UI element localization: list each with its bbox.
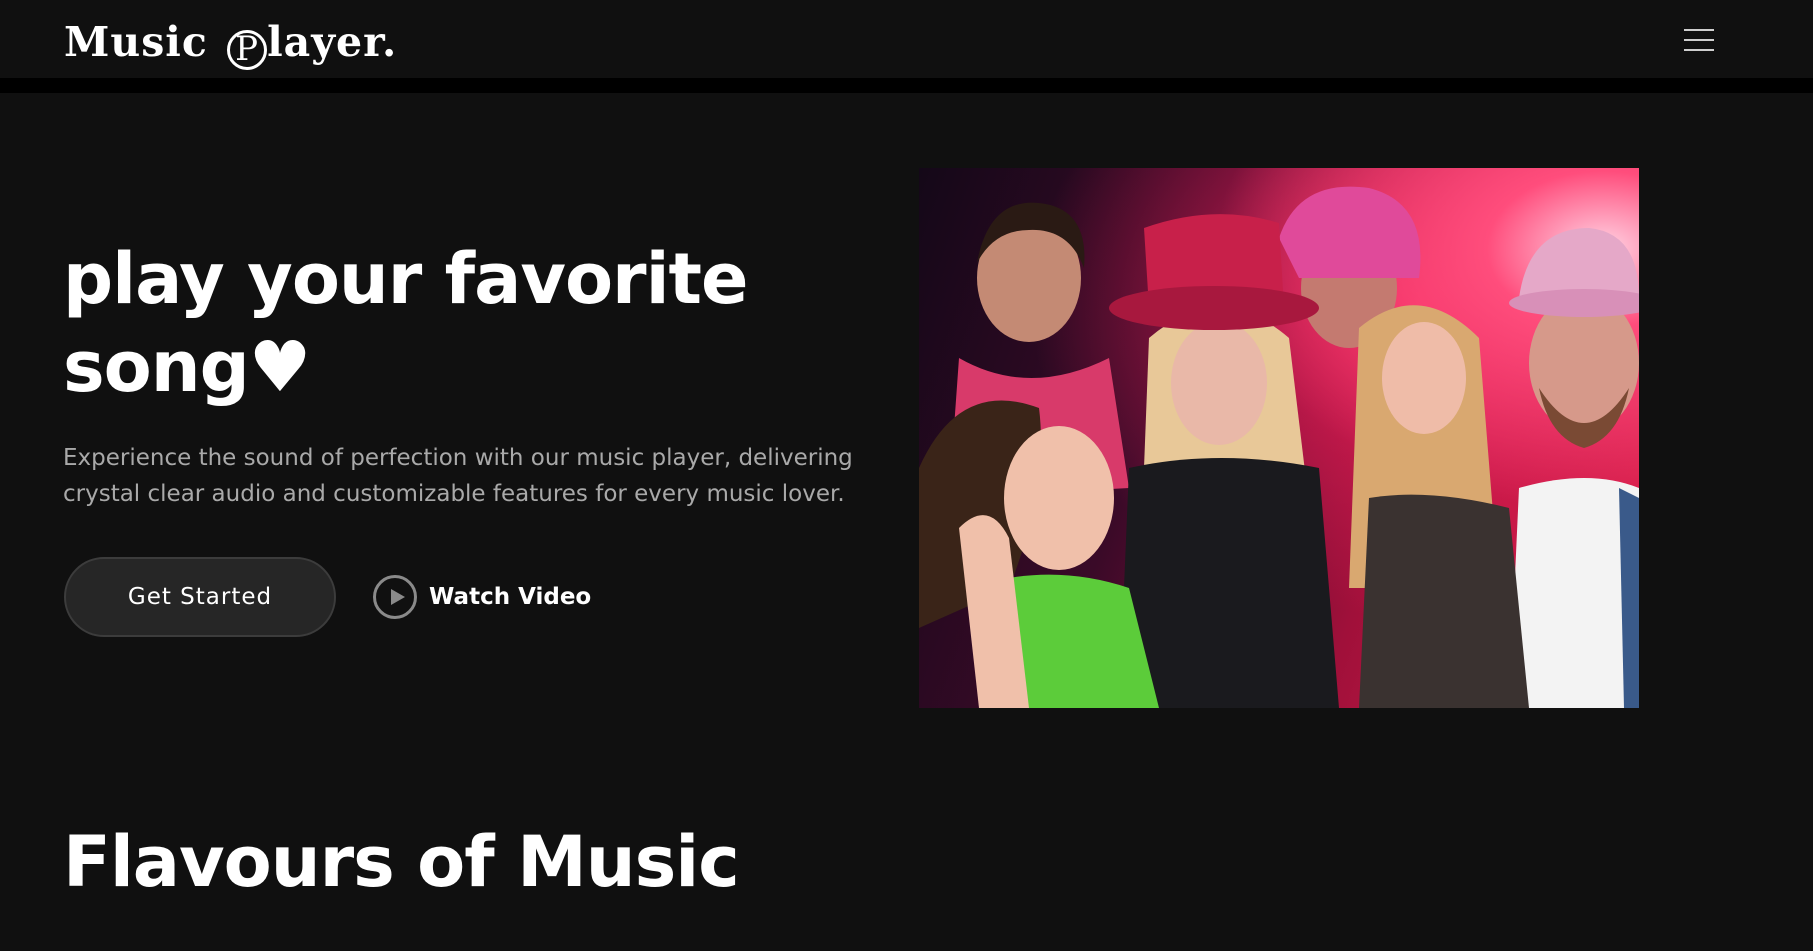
woman-left-face — [1004, 426, 1114, 570]
woman-center-dress — [1119, 458, 1339, 708]
logo[interactable]: Music Player. — [64, 14, 397, 70]
red-sequin-hat-brim — [1109, 286, 1319, 330]
menu-line — [1684, 29, 1714, 31]
hero-description: Experience the sound of perfection with … — [63, 445, 853, 507]
navbar: Music Player. — [0, 0, 1813, 78]
get-started-button[interactable]: Get Started — [64, 557, 336, 637]
woman-right-dress — [1359, 494, 1529, 708]
logo-p-circle: P — [227, 30, 268, 70]
watch-video-label[interactable]: Watch Video — [429, 584, 591, 610]
pink-hat-back — [1279, 186, 1421, 278]
menu-line — [1684, 49, 1714, 51]
party-illustration — [919, 186, 1639, 708]
hamburger-menu-icon[interactable] — [1682, 26, 1716, 56]
menu-line — [1684, 39, 1714, 41]
header-divider — [0, 78, 1813, 93]
hero-title: play your favorite song♥ — [63, 238, 749, 408]
man-right-shirt — [1509, 478, 1639, 708]
glitter-hat-right — [1519, 228, 1639, 298]
hero-party-image — [919, 168, 1639, 708]
woman-center-face — [1171, 321, 1267, 445]
watch-video-link[interactable]: Watch Video — [373, 572, 591, 622]
section-title-flavours: Flavours of Music — [63, 821, 740, 903]
woman-right-face — [1382, 322, 1466, 434]
play-circle-icon[interactable] — [373, 575, 417, 619]
logo-text-start: Music — [64, 18, 224, 66]
logo-text-end: layer. — [267, 18, 398, 66]
